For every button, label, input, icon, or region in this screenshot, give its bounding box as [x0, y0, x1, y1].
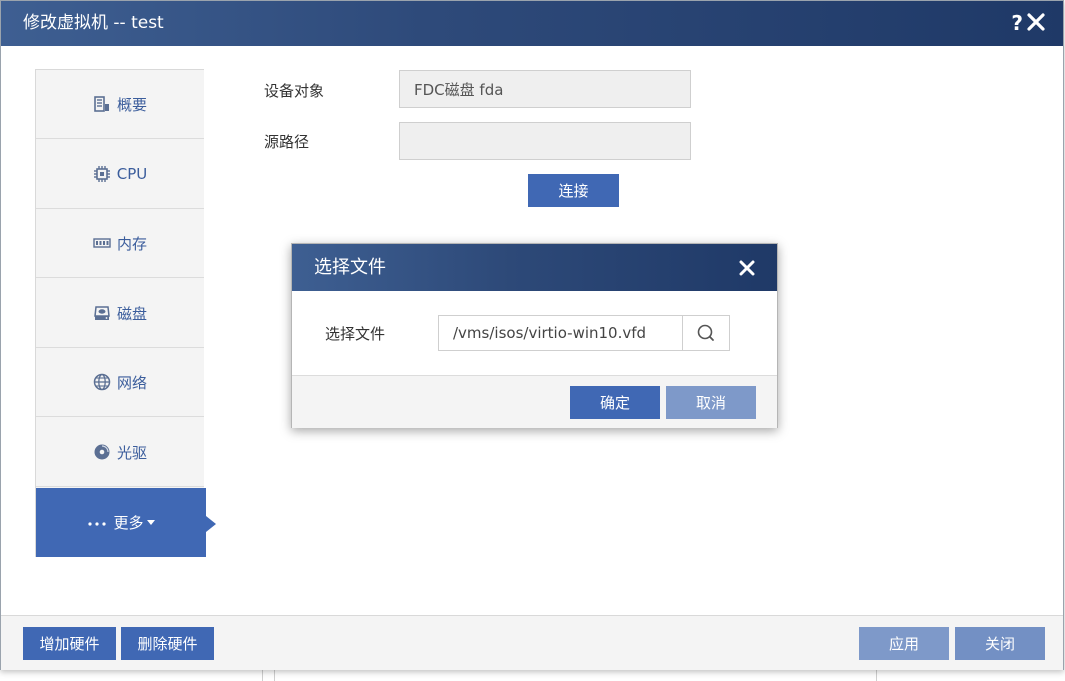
- cdrom-icon: [93, 443, 111, 461]
- add-hardware-button[interactable]: 增加硬件: [23, 627, 116, 660]
- sidebar-item-label: 网络: [116, 373, 147, 392]
- sidebar-item-label: 概要: [116, 95, 147, 114]
- window-title: 修改虚拟机 -- test: [23, 13, 164, 33]
- disk-icon: [93, 304, 111, 322]
- window-footer: 增加硬件 删除硬件 应用 关闭: [1, 615, 1063, 670]
- close-button[interactable]: 关闭: [955, 627, 1045, 660]
- sidebar-item-label: 内存: [116, 234, 147, 253]
- sidebar-item-label: 磁盘: [116, 304, 147, 323]
- close-icon[interactable]: [1027, 13, 1045, 31]
- sidebar-item-cpu[interactable]: CPU: [36, 140, 204, 209]
- sidebar-item-label: 更多: [113, 514, 144, 532]
- device-field[interactable]: [399, 70, 691, 108]
- sidebar-item-summary[interactable]: 概要: [36, 70, 204, 139]
- cpu-icon: [93, 165, 111, 183]
- more-dots-icon: [87, 514, 107, 532]
- apply-button[interactable]: 应用: [859, 627, 949, 660]
- help-icon[interactable]: ?: [1011, 11, 1023, 35]
- file-path-input[interactable]: [438, 315, 683, 351]
- close-icon[interactable]: [739, 260, 755, 276]
- background-divider: [262, 670, 263, 681]
- globe-icon: [93, 373, 111, 391]
- sidebar-item-disk[interactable]: 磁盘: [36, 279, 204, 348]
- caret-down-icon: [146, 520, 155, 525]
- source-path-label: 源路径: [264, 133, 310, 151]
- select-file-label: 选择文件: [325, 325, 386, 343]
- sidebar-item-cdrom[interactable]: 光驱: [36, 418, 204, 487]
- dialog-footer: 确定 取消: [292, 375, 777, 428]
- sidebar-item-memory[interactable]: 内存: [36, 209, 204, 278]
- sidebar-item-network[interactable]: 网络: [36, 348, 204, 417]
- dialog-header: 选择文件: [292, 244, 777, 291]
- device-label: 设备对象: [264, 82, 325, 100]
- search-icon: [697, 324, 714, 341]
- sidebar-item-label: CPU: [116, 165, 148, 183]
- sidebar-item-more[interactable]: 更多: [36, 488, 216, 557]
- background-strip: [0, 670, 1065, 681]
- remove-hardware-button[interactable]: 删除硬件: [121, 627, 214, 660]
- connect-button[interactable]: 连接: [528, 174, 619, 207]
- background-divider: [876, 670, 877, 681]
- select-file-dialog: 选择文件 选择文件 确定 取消: [291, 243, 778, 428]
- ok-button[interactable]: 确定: [570, 386, 660, 419]
- cancel-button[interactable]: 取消: [666, 386, 756, 419]
- dialog-title: 选择文件: [314, 257, 386, 278]
- background-divider: [274, 670, 275, 681]
- hardware-sidebar: 概要 CPU 内存 磁盘 网络 光驱 更多: [35, 69, 216, 557]
- browse-button[interactable]: [682, 315, 730, 351]
- edit-vm-window: 修改虚拟机 -- test ? 概要 CPU 内存 磁盘 网络 光驱 更多 设备…: [0, 0, 1064, 670]
- memory-icon: [93, 234, 111, 252]
- summary-icon: [93, 95, 111, 113]
- source-path-field[interactable]: [399, 122, 691, 160]
- window-titlebar: 修改虚拟机 -- test ?: [1, 1, 1063, 46]
- sidebar-item-label: 光驱: [116, 443, 147, 462]
